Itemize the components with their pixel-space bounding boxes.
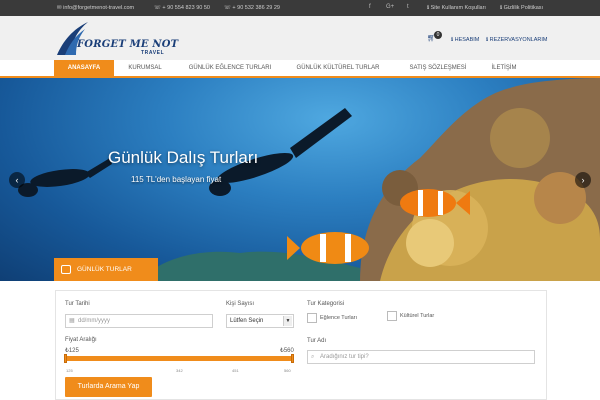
- persons-value: Lütfen Seçin: [230, 318, 264, 324]
- price-tick: 560: [284, 368, 291, 373]
- tour-name-label: Tur Adı: [307, 338, 327, 344]
- phone-2: ☏ + 90 532 386 29 29: [224, 5, 280, 11]
- nav-corporate[interactable]: KURUMSAL: [120, 60, 170, 76]
- logo-sub-text: TRAVEL: [141, 50, 165, 56]
- main-nav: ANASAYFA KURUMSAL GÜNLÜK EĞLENCE TURLARI…: [0, 60, 600, 78]
- tour-name-input[interactable]: ⌕ Aradığınız tur tipi?: [307, 350, 535, 364]
- email-text: info@forgetmenot-travel.com: [63, 5, 135, 11]
- price-tick: 125: [66, 368, 73, 373]
- reservations-link[interactable]: ℹ REZERVASYONLARIM: [486, 37, 548, 43]
- date-input[interactable]: ▦ dd/mm/yyyy: [65, 314, 213, 328]
- terms-text: Site Kullanım Koşulları: [430, 5, 486, 11]
- culture-tours-checkbox[interactable]: [387, 311, 397, 321]
- cart-count-badge: 0: [434, 31, 442, 39]
- phone-1: ☏ + 90 554 823 90 50: [154, 5, 210, 11]
- twitter-icon[interactable]: t: [407, 4, 409, 10]
- nav-contact[interactable]: İLETİŞİM: [484, 60, 524, 76]
- nav-home[interactable]: ANASAYFA: [54, 60, 114, 76]
- site-logo[interactable]: FORGET ME NOT TRAVEL: [55, 21, 178, 57]
- price-min: ₺125: [65, 348, 79, 354]
- daily-tours-tab[interactable]: GÜNLÜK TURLAR: [54, 258, 158, 281]
- price-tick: 342: [176, 368, 183, 373]
- privacy-text: Gizlilik Politikası: [503, 5, 544, 11]
- price-label: Fiyat Aralığı: [65, 337, 97, 343]
- price-tick: 451: [232, 368, 239, 373]
- fun-tours-label: Eğlence Turları: [320, 315, 357, 321]
- date-label: Tur Tarihi: [65, 301, 90, 307]
- price-min-handle[interactable]: [64, 354, 67, 363]
- price-range-slider[interactable]: [65, 356, 293, 361]
- terms-link[interactable]: ℹ Site Kullanım Koşulları: [427, 5, 486, 11]
- persons-select[interactable]: Lütfen Seçin ▼: [226, 314, 294, 328]
- search-tours-button[interactable]: Turlarda Arama Yap: [65, 377, 152, 397]
- tag-icon: [61, 265, 71, 274]
- hero-underwater-image: [18, 78, 600, 281]
- account-link[interactable]: ℹ HESABIM: [451, 37, 479, 43]
- price-max: ₺560: [280, 348, 294, 354]
- logo-brand-text: FORGET ME NOT: [77, 39, 179, 50]
- phone-2-text: + 90 532 386 29 29: [232, 5, 280, 11]
- slider-next-button[interactable]: ›: [575, 172, 591, 188]
- googleplus-icon[interactable]: G+: [386, 4, 394, 10]
- search-icon: ⌕: [311, 354, 315, 360]
- facebook-icon[interactable]: f: [369, 4, 371, 10]
- chevron-down-icon: ▼: [283, 316, 292, 326]
- tour-name-placeholder: Aradığınız tur tipi?: [320, 354, 369, 360]
- nav-culture-tours[interactable]: GÜNLÜK KÜLTÜREL TURLAR: [290, 60, 386, 76]
- category-label: Tur Kategorisi: [307, 301, 345, 307]
- calendar-icon: ▦: [69, 318, 75, 324]
- nav-sales-contract[interactable]: SATIŞ SÖZLEŞMESİ: [398, 60, 478, 76]
- hero-subtitle: 115 TL'den başlayan fiyat: [131, 175, 222, 184]
- chevron-right-icon: ›: [581, 175, 585, 185]
- culture-tours-label: Kültürel Turlar: [400, 313, 435, 319]
- nav-fun-tours[interactable]: GÜNLÜK EĞLENCE TURLARI: [182, 60, 278, 76]
- cart-button[interactable]: 🛒︎ 0: [427, 31, 442, 42]
- persons-label: Kişi Sayısı: [226, 301, 255, 307]
- top-bar: ✉ info@forgetmenot-travel.com ☏ + 90 554…: [0, 0, 600, 16]
- privacy-link[interactable]: ℹ Gizlilik Politikası: [500, 5, 543, 11]
- daily-tours-label: GÜNLÜK TURLAR: [77, 266, 132, 273]
- hero-title: Günlük Dalış Turları: [108, 148, 259, 167]
- price-max-handle[interactable]: [291, 354, 294, 363]
- account-text: HESABIM: [454, 37, 480, 43]
- reservations-text: REZERVASYONLARIM: [489, 37, 548, 43]
- fun-tours-checkbox[interactable]: [307, 313, 317, 323]
- chevron-left-icon: ‹: [15, 175, 19, 185]
- email-link[interactable]: ✉ info@forgetmenot-travel.com: [57, 5, 134, 11]
- hero-slider[interactable]: Günlük Dalış Turları 115 TL'den başlayan…: [0, 78, 600, 281]
- slider-prev-button[interactable]: ‹: [9, 172, 25, 188]
- date-placeholder: dd/mm/yyyy: [78, 318, 111, 324]
- phone-1-text: + 90 554 823 90 50: [162, 5, 210, 11]
